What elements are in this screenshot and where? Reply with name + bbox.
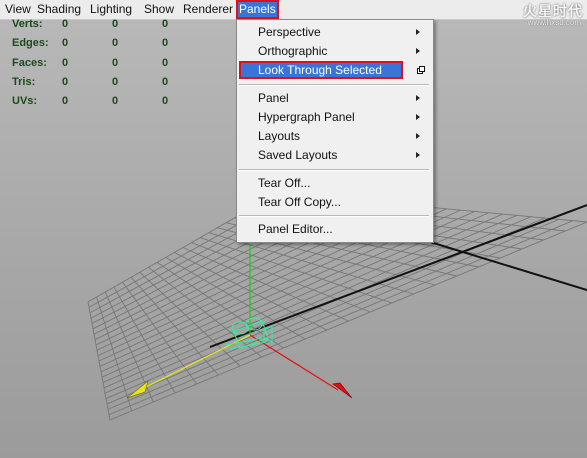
hud-value: 0 xyxy=(112,95,119,108)
grid-line xyxy=(191,242,371,313)
axis-x-arrowhead xyxy=(332,382,353,399)
submenu-arrow-icon xyxy=(416,133,420,139)
menu-item-label: Orthographic xyxy=(258,44,328,58)
option-box-icon[interactable] xyxy=(417,66,425,74)
hud-value: 0 xyxy=(162,37,169,50)
grid-line xyxy=(109,221,587,421)
hud-value: 0 xyxy=(62,56,69,69)
watermark-logo: 火星时代 www.hxsd.com xyxy=(463,1,583,29)
submenu-arrow-icon xyxy=(416,114,420,120)
menu-item-panel-editor[interactable]: Panel Editor... xyxy=(239,220,429,238)
submenu-arrow-icon xyxy=(416,29,420,35)
submenu-arrow-icon xyxy=(416,95,420,101)
menu-renderer[interactable]: Renderer xyxy=(181,1,235,18)
watermark-url: www.hxsd.com xyxy=(527,18,581,27)
menu-item-saved-layouts[interactable]: Saved Layouts xyxy=(239,146,429,164)
hud-value: 0 xyxy=(62,75,69,88)
menu-item-panel[interactable]: Panel xyxy=(239,89,429,107)
panels-dropdown-menu: Perspective Orthographic Look Through Se… xyxy=(236,19,434,243)
menu-item-label: Hypergraph Panel xyxy=(258,110,355,124)
menu-item-perspective[interactable]: Perspective xyxy=(239,23,429,41)
hud-value: 0 xyxy=(112,37,119,50)
menu-separator xyxy=(239,169,429,171)
menu-separator xyxy=(239,84,429,86)
menu-item-label: Look Through Selected xyxy=(258,63,382,77)
grid-line xyxy=(200,237,393,304)
menu-item-label: Tear Off... xyxy=(258,176,311,190)
hud-value: 0 xyxy=(162,75,169,88)
menu-item-tear-off[interactable]: Tear Off... xyxy=(239,174,429,192)
menu-view[interactable]: View xyxy=(3,1,33,18)
menu-item-label: Layouts xyxy=(258,129,301,143)
hud-label: Edges: xyxy=(12,37,49,50)
menu-item-tear-off-copy[interactable]: Tear Off Copy... xyxy=(239,193,429,211)
hud-value: 0 xyxy=(112,75,119,88)
hud-value: 0 xyxy=(162,95,169,108)
hud-value: 0 xyxy=(162,56,169,69)
hud-value: 0 xyxy=(112,18,119,30)
hud-label: UVs: xyxy=(12,95,38,108)
hud-label: Tris: xyxy=(12,75,36,88)
menu-item-label: Panel xyxy=(258,91,289,105)
menu-item-label: Panel Editor... xyxy=(258,222,333,236)
hud-value: 0 xyxy=(62,18,69,30)
hud-label: Verts: xyxy=(12,18,43,30)
menu-item-label: Perspective xyxy=(258,25,321,39)
axis-z-arrowhead xyxy=(126,380,149,399)
menu-separator xyxy=(239,215,429,217)
menu-show[interactable]: Show xyxy=(142,1,176,18)
menu-item-orthographic[interactable]: Orthographic xyxy=(239,42,429,60)
hud-value: 0 xyxy=(162,18,169,30)
menu-item-hypergraph-panel[interactable]: Hypergraph Panel xyxy=(239,108,429,126)
menu-item-layouts[interactable]: Layouts xyxy=(239,127,429,145)
menu-lighting[interactable]: Lighting xyxy=(88,1,134,18)
submenu-arrow-icon xyxy=(416,48,420,54)
submenu-arrow-icon xyxy=(416,152,420,158)
hud-value: 0 xyxy=(112,56,119,69)
hud-value: 0 xyxy=(62,95,69,108)
menu-shading[interactable]: Shading xyxy=(35,1,83,18)
menu-panels[interactable]: Panels xyxy=(236,0,279,19)
menu-item-label: Tear Off Copy... xyxy=(258,195,341,209)
hud-value: 0 xyxy=(62,37,69,50)
menu-item-look-through-selected[interactable]: Look Through Selected xyxy=(239,61,403,79)
menu-item-label: Saved Layouts xyxy=(258,148,338,162)
hud-label: Faces: xyxy=(12,56,47,69)
